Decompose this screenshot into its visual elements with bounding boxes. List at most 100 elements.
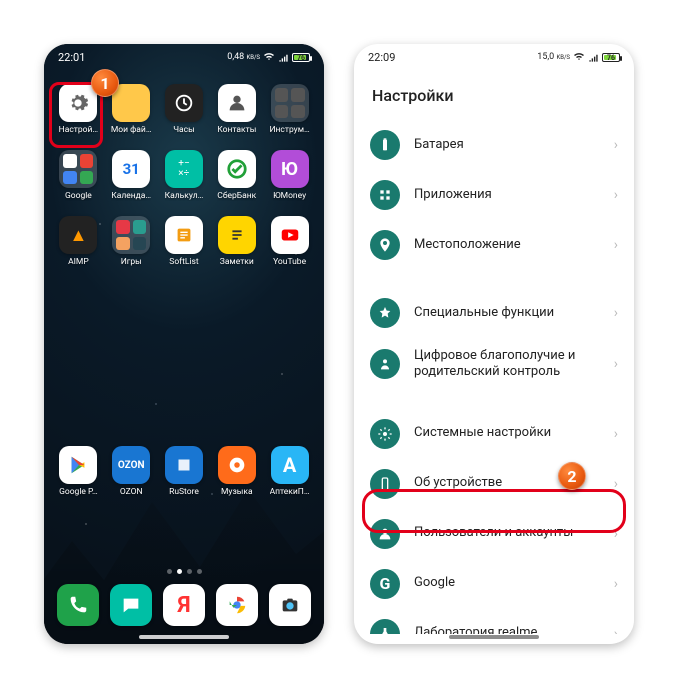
google-icon: G [370,569,400,599]
wellbeing-icon [370,349,400,379]
phone-settings-screen: 22:09 15,0 KB/S 76 Настройки Батарея › П… [354,44,634,644]
app-music[interactable]: Музыка [210,446,263,508]
app-games-folder[interactable]: Игры [105,216,158,278]
folder-icon [112,84,150,122]
chevron-right-icon: › [614,237,618,253]
system-icon [370,419,400,449]
dock-messages[interactable] [110,584,152,626]
status-time: 22:01 [58,51,85,64]
location-icon [370,230,400,260]
dock-yandex[interactable]: Я [163,584,205,626]
row-label: Google [414,575,600,591]
app-ozon[interactable]: OZON OZON [105,446,158,508]
app-label: SoftList [169,257,198,267]
games-folder-icon [112,216,150,254]
app-label: ЮMoney [273,191,306,201]
ozon-icon: OZON [112,446,150,484]
app-apteki[interactable]: A АптекиП… [263,446,316,508]
favorites-row: Google P… OZON OZON RuStore Музыка A Апт… [52,446,316,508]
app-label: Инструм… [269,125,309,135]
app-label: Google [65,191,92,201]
chevron-right-icon: › [614,426,618,442]
settings-row-google[interactable]: G Google › [354,559,634,609]
statusbar: 22:01 0,48 KB/S 76 [44,44,324,70]
app-sberbank[interactable]: СберБанк [210,150,263,212]
settings-row-apps[interactable]: Приложения › [354,170,634,220]
battery-icon [370,130,400,160]
chevron-right-icon: › [614,187,618,203]
app-notes[interactable]: Заметки [210,216,263,278]
tools-folder-icon [271,84,309,122]
device-icon [370,469,400,499]
sber-icon [218,150,256,188]
row-label: Цифровое благополучие и родительский кон… [414,348,600,381]
settings-row-system[interactable]: Системные настройки › [354,409,634,459]
app-label: Google P… [59,487,98,497]
app-calculator[interactable]: +−×÷ Калькул… [158,150,211,212]
row-label: Местоположение [414,237,600,253]
dock-camera[interactable] [269,584,311,626]
app-play[interactable]: Google P… [52,446,105,508]
settings-row-wellbeing[interactable]: Цифровое благополучие и родительский кон… [354,338,634,391]
rustore-icon [165,446,203,484]
app-label: СберБанк [217,191,256,201]
phone-home-screen: 22:01 0,48 KB/S 76 Настрой… [44,44,324,644]
settings-row-location[interactable]: Местоположение › [354,220,634,270]
app-label: Часы [173,125,195,135]
app-youtube[interactable]: YouTube [263,216,316,278]
statusbar: 22:09 15,0 KB/S 76 [354,44,634,70]
softlist-icon [165,216,203,254]
app-label: Игры [121,257,142,267]
chevron-right-icon: › [614,576,618,592]
battery-indicator: 76 [602,53,620,62]
settings-row-users[interactable]: Пользователи и аккаунты › [354,509,634,559]
app-rustore[interactable]: RuStore [158,446,211,508]
app-label: Настрой… [59,125,98,135]
chevron-right-icon: › [614,137,618,153]
app-aimp[interactable]: ▲ AIMP [52,216,105,278]
app-label: АптекиП… [270,487,310,497]
app-softlist[interactable]: SoftList [158,216,211,278]
app-tools-folder[interactable]: Инструм… [263,84,316,146]
callout-badge-1: 1 [91,69,119,97]
home-grid: Настрой… Мои фай… Часы Контакты [52,84,316,278]
app-clock[interactable]: Часы [158,84,211,146]
app-label: Календа… [111,191,151,201]
app-calendar[interactable]: 31 Календа… [105,150,158,212]
lab-icon [370,619,400,635]
dock-chrome[interactable] [216,584,258,626]
app-label: RuStore [169,487,199,497]
settings-row-battery[interactable]: Батарея › [354,120,634,170]
app-label: OZON [120,487,143,497]
app-label: AIMP [68,257,89,267]
nav-gesture-hint[interactable] [139,635,229,639]
star-icon [370,298,400,328]
gear-icon [59,84,97,122]
row-label: Приложения [414,187,600,203]
settings-row-lab[interactable]: Лаборатория realme › [354,609,634,635]
app-google-folder[interactable]: Google [52,150,105,212]
row-label: Системные настройки [414,425,600,441]
app-contacts[interactable]: Контакты [210,84,263,146]
apteki-icon: A [271,446,309,484]
app-yoomoney[interactable]: Ю ЮMoney [263,150,316,212]
callout-badge-2: 2 [558,462,586,490]
signal-icon [278,52,289,63]
chevron-right-icon: › [614,305,618,321]
chevron-right-icon: › [614,526,618,542]
settings-row-about-device[interactable]: Об устройстве › [354,459,634,509]
app-label: YouTube [273,257,306,267]
dock-phone[interactable] [57,584,99,626]
settings-list[interactable]: Батарея › Приложения › Местоположение › … [354,120,634,634]
chevron-right-icon: › [614,356,618,372]
status-time: 22:09 [368,51,395,64]
aimp-icon: ▲ [59,216,97,254]
row-label: Пользователи и аккаунты [414,525,600,541]
app-label: Контакты [217,125,256,135]
net-rate: 0,48 KB/S [227,52,260,62]
contacts-icon [218,84,256,122]
nav-gesture-hint[interactable] [449,635,539,639]
row-label: Лаборатория realme [414,625,600,634]
settings-row-special[interactable]: Специальные функции › [354,288,634,338]
app-label: Калькул… [165,191,204,201]
